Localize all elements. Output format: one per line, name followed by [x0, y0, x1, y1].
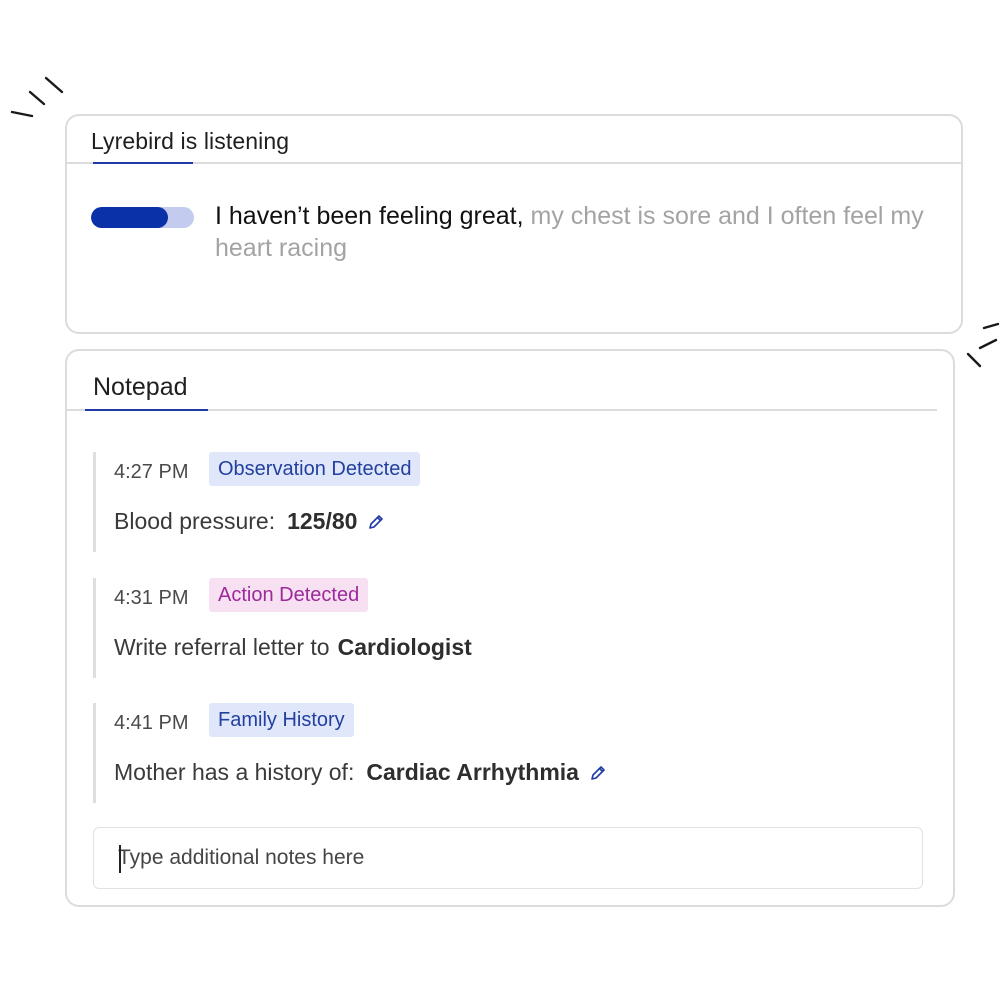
entry-time: 4:31 PM — [114, 587, 189, 609]
entry-body: Mother has a history of: Cardiac Arrhyth… — [114, 759, 607, 786]
action-badge: Action Detected — [209, 578, 369, 612]
entry-text: Write referral letter to — [114, 634, 330, 660]
entry-text: Mother has a history of: — [114, 759, 355, 785]
notepad-card: Notepad 4:27 PM Observation Detected Blo… — [65, 349, 955, 907]
note-entry-family-history: 4:41 PM Family History Mother has a hist… — [93, 703, 893, 803]
entry-text: Blood pressure: — [114, 508, 276, 534]
observation-badge: Observation Detected — [209, 452, 421, 486]
audio-level-bar — [91, 207, 194, 228]
pencil-icon[interactable] — [367, 513, 385, 531]
entry-value: 125/80 — [287, 508, 358, 534]
entry-time: 4:41 PM — [114, 712, 189, 734]
entry-body: Blood pressure: 125/80 — [114, 508, 385, 535]
pencil-icon[interactable] — [589, 764, 607, 782]
note-entry-observation: 4:27 PM Observation Detected Blood press… — [93, 452, 893, 552]
listening-tab-underline — [93, 162, 193, 164]
entry-time: 4:27 PM — [114, 461, 189, 483]
stage: Lyrebird is listening I haven’t been fee… — [0, 0, 1000, 1000]
notepad-header: Notepad — [67, 351, 937, 411]
live-transcript: I haven’t been feeling great, my chest i… — [215, 200, 935, 264]
entry-body: Write referral letter to Cardiologist — [114, 634, 472, 661]
note-entry-action: 4:31 PM Action Detected Write referral l… — [93, 578, 893, 678]
transcript-heard: I haven’t been feeling great, — [215, 202, 524, 230]
notepad-title: Notepad — [93, 373, 188, 401]
notepad-tab-underline — [85, 409, 208, 411]
listening-title: Lyrebird is listening — [91, 128, 290, 154]
listening-header: Lyrebird is listening — [67, 116, 961, 164]
family-history-badge: Family History — [209, 703, 354, 737]
audio-level-fill — [91, 207, 169, 228]
text-caret — [119, 845, 121, 873]
decorative-spark-top-left — [10, 76, 64, 118]
decorative-spark-right — [966, 322, 1000, 368]
entry-value: Cardiologist — [337, 634, 472, 660]
additional-notes-input[interactable] — [93, 827, 923, 889]
listening-card: Lyrebird is listening I haven’t been fee… — [65, 114, 963, 334]
entry-value: Cardiac Arrhythmia — [366, 759, 579, 785]
